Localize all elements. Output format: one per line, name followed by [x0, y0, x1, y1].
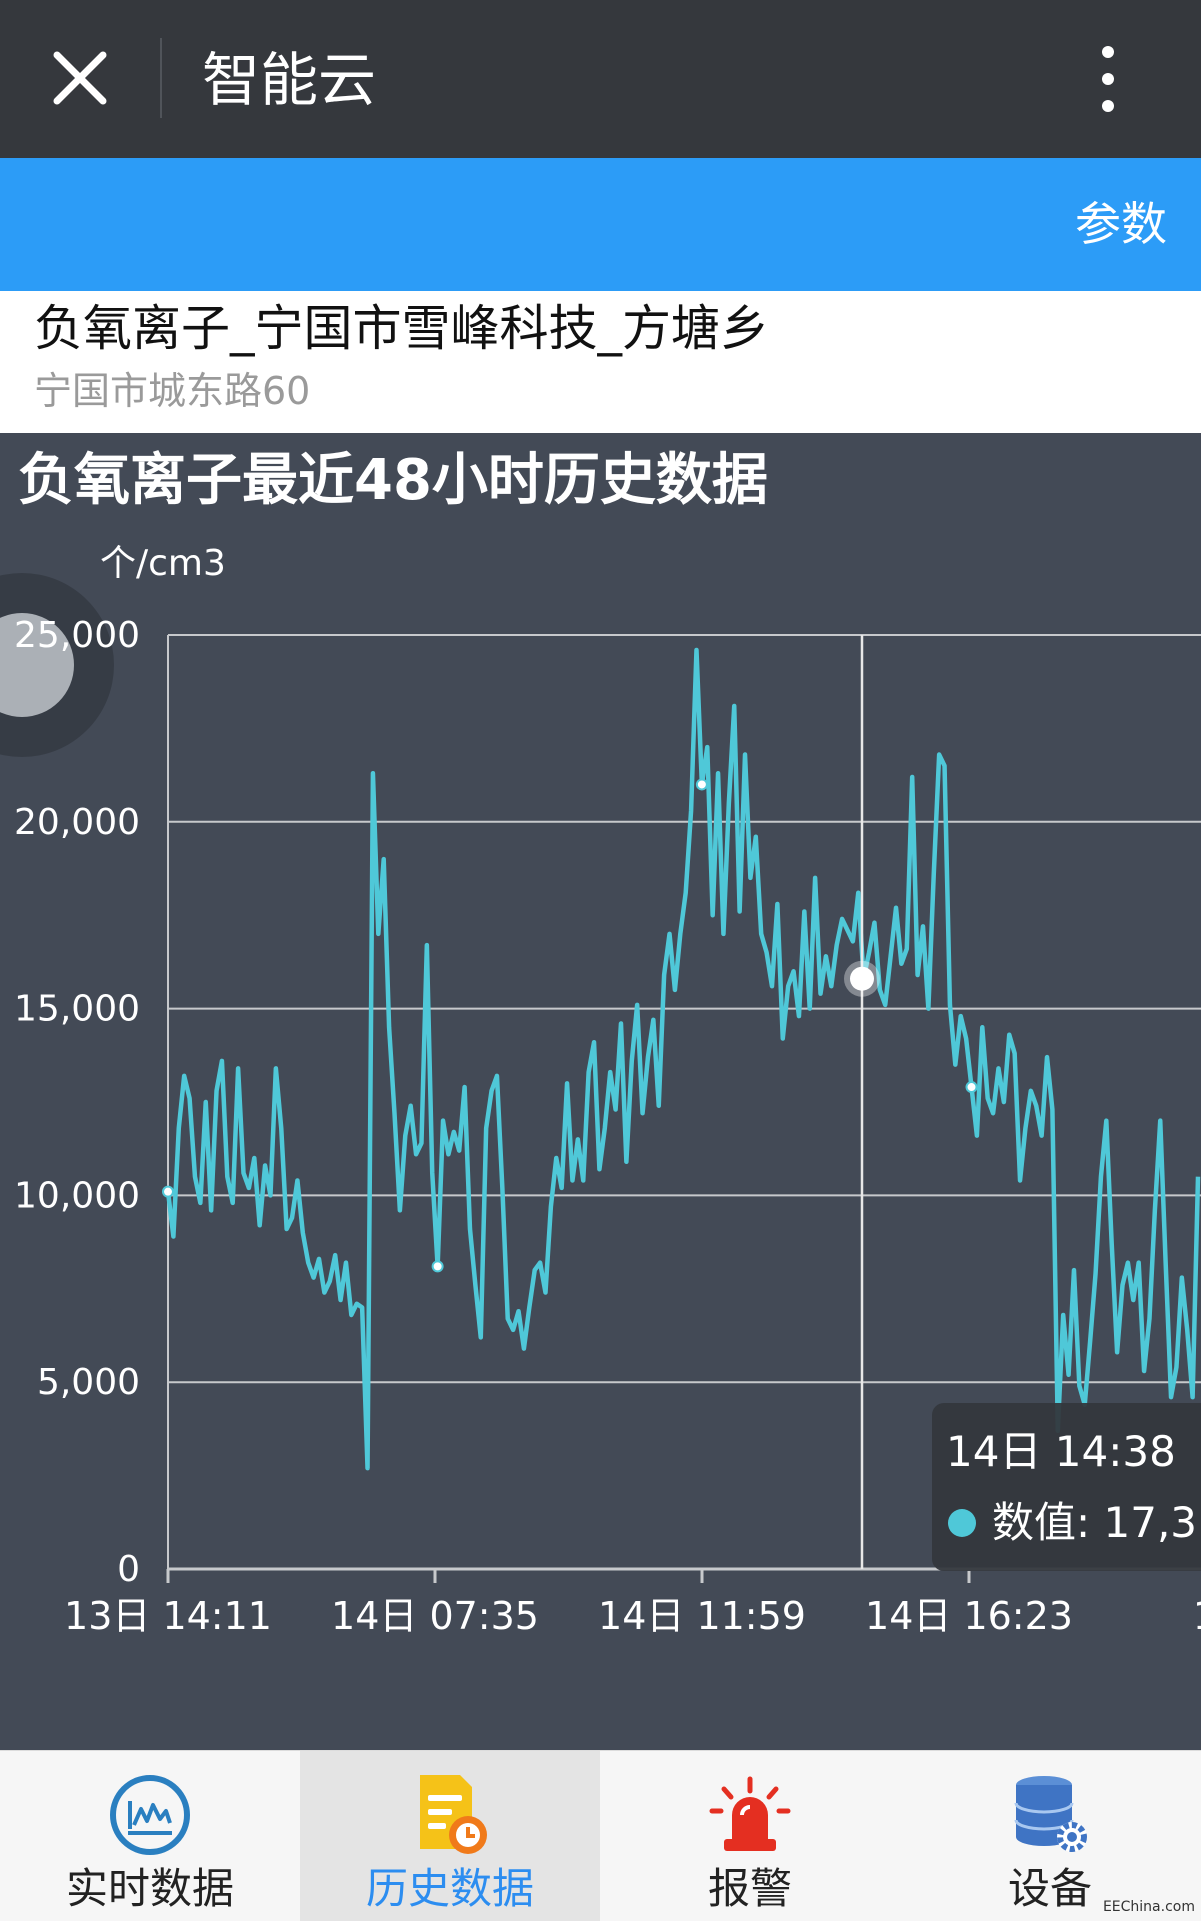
- params-button[interactable]: 参数: [1075, 194, 1167, 254]
- action-bar: 参数: [0, 158, 1201, 291]
- line-chart-icon: [110, 1775, 190, 1855]
- device-name: 负氧离子_宁国市雪峰科技_方塘乡: [34, 300, 770, 357]
- y-tick-label: 25,000: [14, 615, 140, 656]
- close-button[interactable]: [40, 38, 120, 118]
- x-tick-label: 13日 14:11: [64, 1594, 272, 1638]
- y-axis-unit-label: 个/cm3: [100, 543, 226, 584]
- tab-realtime-data[interactable]: 实时数据: [0, 1751, 300, 1921]
- series-marker: [695, 778, 708, 791]
- x-tick-label: 14日 16:23: [865, 1594, 1073, 1638]
- more-options-button[interactable]: [1086, 42, 1130, 116]
- y-tick-label: 20,000: [14, 802, 140, 843]
- tab-history-data-label: 历史数据: [365, 1864, 534, 1913]
- x-tick-label: 14日 07:35: [331, 1594, 539, 1638]
- more-vertical-icon: [1102, 46, 1114, 112]
- history-document-icon: [420, 1775, 487, 1854]
- tab-alarm-label: 报警: [707, 1864, 792, 1913]
- hover-point: [850, 966, 874, 991]
- close-icon: [53, 51, 107, 105]
- top-bar: 智能云: [0, 0, 1201, 158]
- tab-alarm[interactable]: 报警: [600, 1751, 900, 1921]
- alarm-siren-icon: [709, 1776, 791, 1851]
- series-marker: [431, 1260, 444, 1273]
- x-tick-label: 14日 11:59: [598, 1594, 806, 1638]
- series-line: [165, 647, 1201, 1471]
- tab-device[interactable]: 设备: [900, 1751, 1200, 1921]
- tab-history-data[interactable]: 历史数据: [300, 1751, 600, 1921]
- series-marker: [965, 1081, 978, 1094]
- bottom-tab-bar: 实时数据 历史数据 报警 设备 EEChina.com: [0, 1750, 1201, 1921]
- database-gear-icon: [1014, 1776, 1087, 1852]
- y-tick-label: 15,000: [14, 989, 140, 1030]
- history-line-chart[interactable]: 个/cm3 0 5,000 10,000 15,000 20,000 25,000 13日 1…: [0, 433, 1201, 1750]
- device-address: 宁国市城东路60: [34, 369, 311, 413]
- tooltip-series-dot: [948, 1509, 976, 1537]
- y-tick-label: 5,000: [37, 1362, 140, 1403]
- x-tick-label: 15日: [1193, 1594, 1201, 1638]
- series-marker: [162, 1185, 174, 1198]
- y-tick-label: 10,000: [14, 1175, 140, 1216]
- tab-realtime-data-label: 实时数据: [65, 1864, 234, 1913]
- tooltip-value: 数值: 17,3: [992, 1498, 1197, 1547]
- y-tick-label: 0: [117, 1549, 140, 1590]
- history-chart-panel: 个/cm3 0 5,000 10,000 15,000 20,000 25,000 13日 1…: [0, 433, 1201, 1750]
- device-header: 负氧离子_宁国市雪峰科技_方塘乡 宁国市城东路60: [0, 291, 1201, 433]
- app-title: 智能云: [202, 46, 377, 114]
- watermark: EEChina.com: [1102, 1899, 1195, 1915]
- chart-title: 负氧离子最近48小时历史数据: [18, 448, 768, 513]
- tooltip-title: 14日 14:38: [946, 1427, 1176, 1476]
- topbar-divider: [160, 38, 162, 118]
